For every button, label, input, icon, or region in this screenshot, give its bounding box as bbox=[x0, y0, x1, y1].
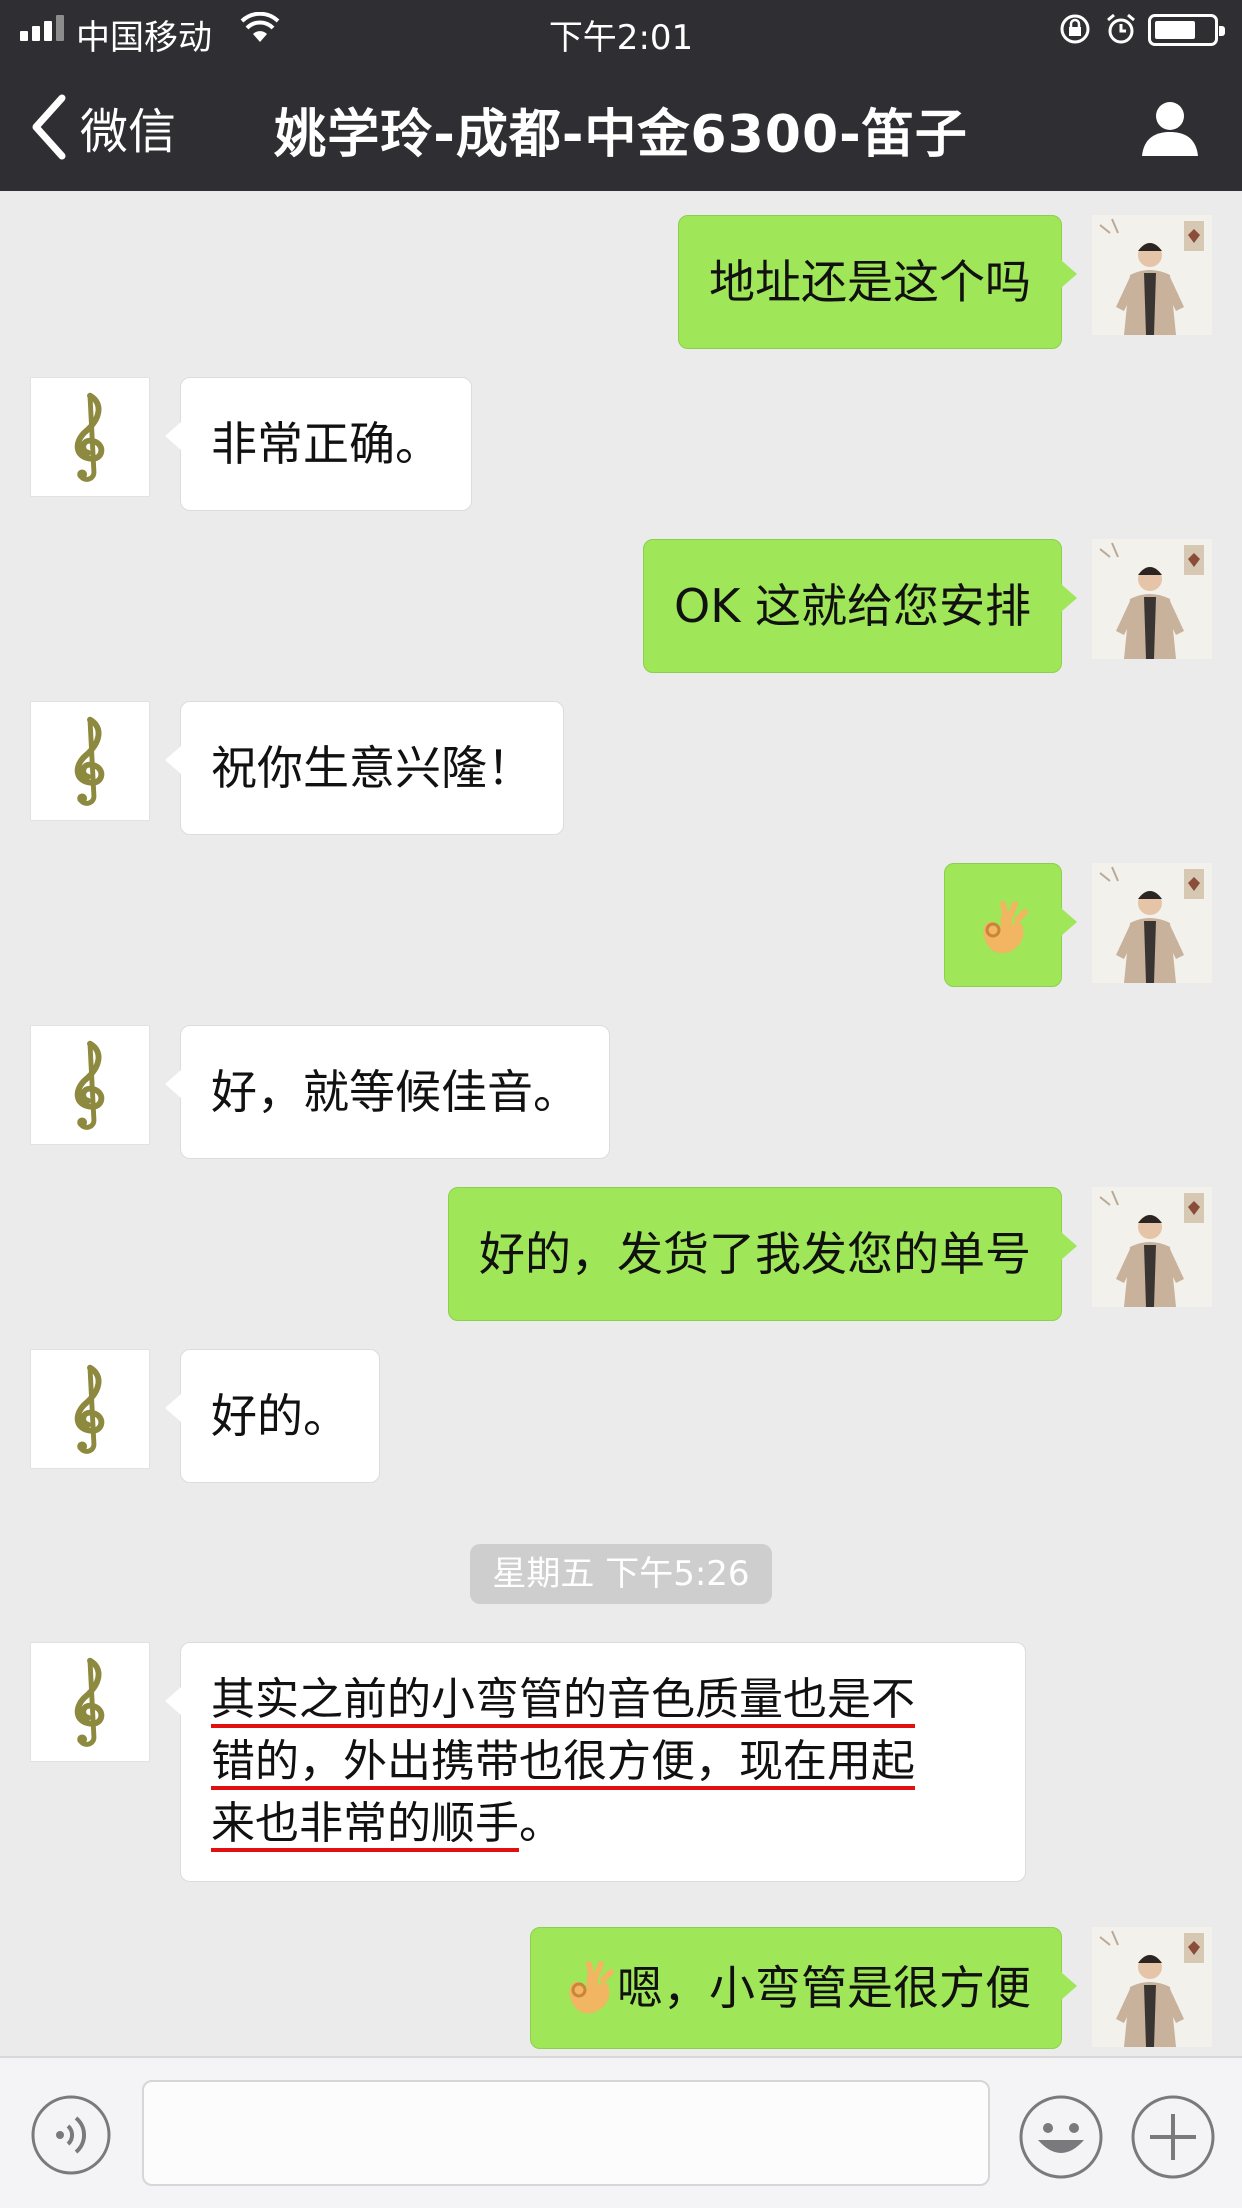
message-text: 嗯，小弯管是很方便 bbox=[617, 1961, 1031, 2015]
emoji-face-icon[interactable] bbox=[1018, 2094, 1104, 2180]
self-avatar[interactable] bbox=[1092, 1187, 1212, 1307]
nav-bar: 微信 姚学玲-成都-中金6300-笛子 bbox=[0, 62, 1242, 191]
message-bubble-self[interactable]: OK 这就给您安排 bbox=[643, 539, 1077, 673]
contact-avatar-treble-clef[interactable] bbox=[30, 1642, 150, 1762]
self-avatar[interactable] bbox=[1092, 863, 1212, 983]
input-bar bbox=[0, 2056, 1242, 2208]
contact-avatar-treble-clef[interactable] bbox=[30, 701, 150, 821]
status-bar: 中国移动 下午2:01 bbox=[0, 0, 1242, 62]
contact-avatar-treble-clef[interactable] bbox=[30, 1025, 150, 1145]
battery-icon bbox=[1148, 14, 1225, 46]
message-bubble-other[interactable]: 好的。 bbox=[165, 1349, 380, 1483]
message-bubble-other[interactable]: 其实之前的小弯管的音色质量也是不 错的，外出携带也很方便，现在用起 来也非常的顺… bbox=[165, 1642, 1026, 1882]
chat-area[interactable]: 地址还是这个吗 非常正确。 OK 这就给您安排 祝你生意兴隆！ 好，就等候佳音。… bbox=[0, 191, 1242, 2056]
status-time: 下午2:01 bbox=[548, 18, 694, 58]
chat-title: 姚学玲-成都-中金6300-笛子 bbox=[274, 105, 968, 165]
message-bubble-self[interactable]: 地址还是这个吗 bbox=[678, 215, 1077, 349]
self-avatar[interactable] bbox=[1092, 539, 1212, 659]
message-bubble-self[interactable]: 好的，发货了我发您的单号 bbox=[448, 1187, 1077, 1321]
message-line: 其实之前的小弯管的音色质量也是不 bbox=[211, 1674, 915, 1725]
contact-avatar-treble-clef[interactable] bbox=[30, 1349, 150, 1469]
rotation-lock-icon bbox=[1060, 14, 1090, 44]
ok-hand-emoji-icon bbox=[561, 1960, 617, 2016]
plus-icon[interactable] bbox=[1130, 2094, 1216, 2180]
header: 中国移动 下午2:01 微信 姚学玲-成都-中金6300-笛子 bbox=[0, 0, 1242, 191]
ok-hand-emoji-icon bbox=[975, 900, 1031, 956]
message-bubble-other[interactable]: 非常正确。 bbox=[165, 377, 472, 511]
message-line-end: 。 bbox=[519, 1798, 563, 1849]
voice-icon[interactable] bbox=[30, 2094, 112, 2176]
message-bubble-self[interactable]: 嗯，小弯管是很方便 bbox=[530, 1927, 1077, 2049]
message-bubble-other[interactable]: 好，就等候佳音。 bbox=[165, 1025, 610, 1159]
message-bubble-self[interactable] bbox=[944, 863, 1077, 987]
contact-avatar-treble-clef[interactable] bbox=[30, 377, 150, 497]
message-bubble-other[interactable]: 祝你生意兴隆！ bbox=[165, 701, 564, 835]
timestamp-divider: 星期五 下午5:26 bbox=[470, 1544, 772, 1604]
self-avatar[interactable] bbox=[1092, 215, 1212, 335]
self-avatar[interactable] bbox=[1092, 1927, 1212, 2047]
person-icon[interactable] bbox=[1138, 96, 1202, 160]
message-input[interactable] bbox=[142, 2080, 990, 2186]
alarm-icon bbox=[1107, 13, 1135, 44]
message-line: 错的，外出携带也很方便，现在用起 bbox=[211, 1736, 915, 1787]
message-line: 来也非常的顺手 bbox=[211, 1798, 519, 1849]
